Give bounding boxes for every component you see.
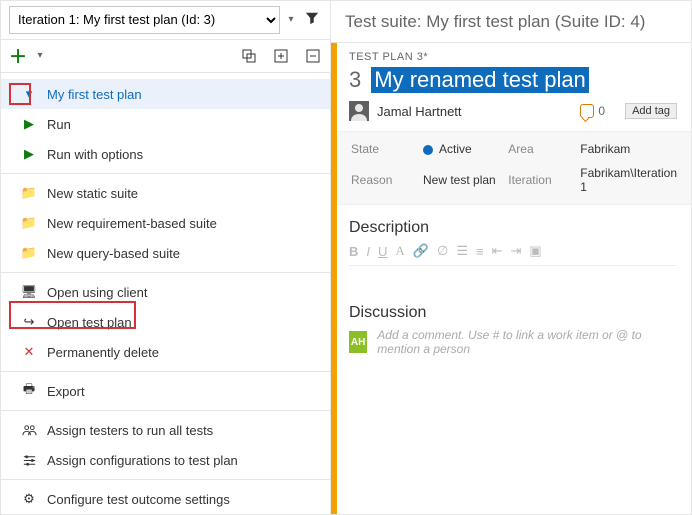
current-user-avatar: AH <box>349 331 367 353</box>
menu-open-using-client[interactable]: 🖥 Open using client <box>1 277 330 307</box>
number-list-icon[interactable]: ≡ <box>476 244 484 259</box>
menu-assign-configurations[interactable]: Assign configurations to test plan <box>1 445 330 475</box>
field-value-reason[interactable]: New test plan <box>423 173 496 187</box>
caret-down-icon: ▾ <box>284 14 298 25</box>
context-menu-label: Configure test outcome settings <box>47 492 230 507</box>
clear-format-icon[interactable]: ∅ <box>437 243 448 259</box>
menu-configure-outcome[interactable]: ⚙ Configure test outcome settings <box>1 484 330 514</box>
field-label-iteration: Iteration <box>508 173 568 187</box>
clone-icon[interactable] <box>240 47 258 65</box>
delete-icon: ✕ <box>21 344 37 360</box>
collapse-icon[interactable] <box>304 47 322 65</box>
work-item-type-crumb: TEST PLAN 3* <box>349 51 677 63</box>
context-menu-label: Run <box>47 117 71 132</box>
bullet-list-icon[interactable]: ☰ <box>456 243 468 259</box>
work-item-id: 3 <box>349 67 361 93</box>
font-icon[interactable]: A <box>395 243 404 259</box>
description-heading: Description <box>349 219 677 237</box>
discussion-input[interactable]: Add a comment. Use # to link a work item… <box>377 328 677 356</box>
outdent-icon[interactable]: ⇤ <box>492 243 503 259</box>
add-tag-button[interactable]: Add tag <box>625 103 677 119</box>
image-icon[interactable]: ▣ <box>529 243 541 259</box>
field-value-state[interactable]: Active <box>423 142 496 156</box>
context-menu-label: Run with options <box>47 147 143 162</box>
menu-export[interactable]: 🖶 Export <box>1 376 330 406</box>
context-menu-label: Export <box>47 384 85 399</box>
folder-icon: 📁 <box>21 185 37 201</box>
play-icon: ▶ <box>21 116 37 132</box>
context-menu-label: My first test plan <box>47 87 142 102</box>
underline-icon[interactable]: U <box>378 244 387 259</box>
field-label-reason: Reason <box>351 173 411 187</box>
menu-assign-testers[interactable]: Assign testers to run all tests <box>1 415 330 445</box>
menu-new-static-suite[interactable]: 📁 New static suite <box>1 178 330 208</box>
bold-icon[interactable]: B <box>349 244 358 259</box>
play-icon: ▶ <box>21 146 37 162</box>
menu-new-query-suite[interactable]: 📁 New query-based suite <box>1 238 330 268</box>
context-menu-label: Assign configurations to test plan <box>47 453 238 468</box>
caret-down-icon: ▾ <box>21 86 37 102</box>
comment-count[interactable]: 0 <box>580 104 605 118</box>
open-arrow-icon: ↪ <box>21 314 37 330</box>
folder-list-icon: 📁 <box>21 215 37 231</box>
context-menu-label: New query-based suite <box>47 246 180 261</box>
field-value-area[interactable]: Fabrikam <box>580 142 677 156</box>
monitor-icon: 🖥 <box>21 284 37 300</box>
state-dot-icon <box>423 145 433 155</box>
context-menu-label: Open test plan <box>47 315 132 330</box>
context-menu-testplan-row[interactable]: ▾ My first test plan <box>1 79 330 109</box>
users-icon <box>21 422 37 438</box>
work-item-title-input[interactable]: My renamed test plan <box>371 67 589 93</box>
indent-icon[interactable]: ⇥ <box>510 243 521 259</box>
context-menu-label: Permanently delete <box>47 345 159 360</box>
menu-run-with-options[interactable]: ▶ Run with options <box>1 139 330 169</box>
new-button[interactable]: ＋ <box>9 47 27 65</box>
field-label-state: State <box>351 142 411 156</box>
iteration-select[interactable]: Iteration 1: My first test plan (Id: 3) <box>9 6 280 34</box>
menu-permanently-delete[interactable]: ✕ Permanently delete <box>1 337 330 367</box>
discussion-heading: Discussion <box>349 304 677 322</box>
add-child-icon[interactable] <box>272 47 290 65</box>
field-label-area: Area <box>508 142 568 156</box>
context-menu-label: New requirement-based suite <box>47 216 217 231</box>
filter-icon[interactable] <box>302 11 322 28</box>
gear-icon: ⚙ <box>21 491 37 507</box>
suite-header: Test suite: My first test plan (Suite ID… <box>331 1 691 43</box>
print-icon: 🖶 <box>21 383 37 399</box>
new-dropdown-caret-icon[interactable]: ▾ <box>31 47 49 65</box>
sliders-icon <box>21 452 37 468</box>
menu-new-requirement-suite[interactable]: 📁 New requirement-based suite <box>1 208 330 238</box>
link-icon[interactable]: 🔗 <box>413 243 429 259</box>
context-menu-label: Assign testers to run all tests <box>47 423 213 438</box>
italic-icon[interactable]: I <box>366 244 370 259</box>
avatar <box>349 101 369 121</box>
menu-run[interactable]: ▶ Run <box>1 109 330 139</box>
menu-open-test-plan[interactable]: ↪ Open test plan <box>1 307 330 337</box>
folder-query-icon: 📁 <box>21 245 37 261</box>
context-menu-label: New static suite <box>47 186 138 201</box>
comment-icon <box>580 104 594 118</box>
assignee-name[interactable]: Jamal Hartnett <box>377 104 462 119</box>
rich-text-toolbar[interactable]: B I U A 🔗 ∅ ☰ ≡ ⇤ ⇥ ▣ <box>349 243 677 266</box>
context-menu-label: Open using client <box>47 285 147 300</box>
field-value-iteration[interactable]: Fabrikam\Iteration 1 <box>580 166 677 194</box>
